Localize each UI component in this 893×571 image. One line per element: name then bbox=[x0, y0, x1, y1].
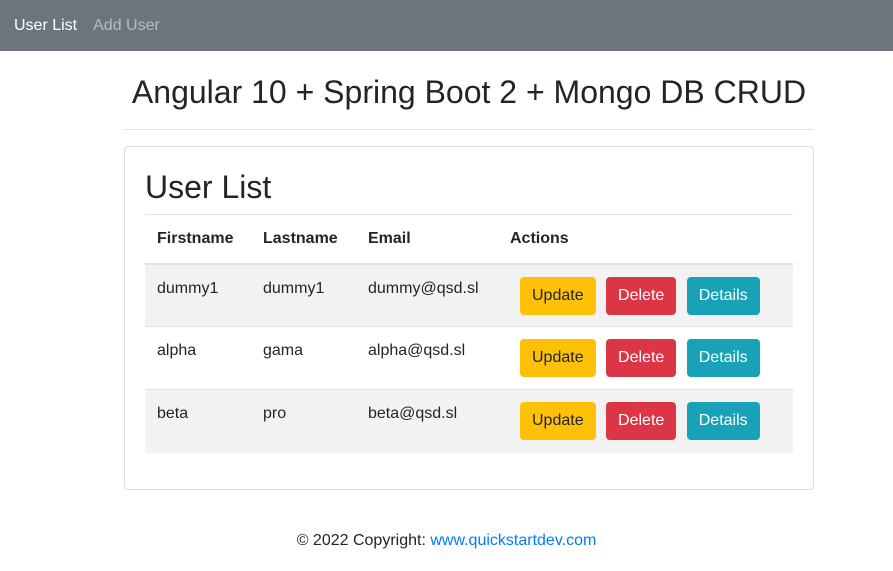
nav-user-list[interactable]: User List bbox=[14, 17, 77, 35]
details-button[interactable]: Details bbox=[686, 402, 760, 440]
cell-firstname: dummy1 bbox=[157, 279, 219, 297]
footer: © 2022 Copyright: www.quickstartdev.com bbox=[0, 532, 893, 550]
update-button[interactable]: Update bbox=[520, 276, 596, 315]
nav-add-user[interactable]: Add User bbox=[93, 17, 160, 35]
delete-button[interactable]: Delete bbox=[606, 402, 677, 440]
header-email: Email bbox=[368, 229, 411, 247]
cell-actions: Update Delete Details bbox=[498, 264, 793, 327]
user-list-card: User List Firstname Lastname Email Actio… bbox=[124, 146, 814, 490]
cell-email: dummy@qsd.sl bbox=[368, 279, 479, 297]
page-title: Angular 10 + Spring Boot 2 + Mongo DB CR… bbox=[131, 74, 807, 110]
header-firstname: Firstname bbox=[157, 229, 234, 247]
details-button[interactable]: Details bbox=[686, 339, 760, 377]
cell-email: alpha@qsd.sl bbox=[368, 342, 466, 359]
cell-lastname: dummy1 bbox=[263, 279, 325, 297]
update-button[interactable]: Update bbox=[520, 339, 596, 377]
table-header-row: Firstname Lastname Email Actions bbox=[145, 214, 793, 264]
delete-button[interactable]: Delete bbox=[606, 339, 677, 377]
cell-firstname: alpha bbox=[157, 342, 197, 359]
cell-email: beta@qsd.sl bbox=[368, 405, 458, 422]
card-title: User List bbox=[145, 169, 272, 205]
cell-actions: Update Delete Details bbox=[498, 390, 793, 453]
header-lastname: Lastname bbox=[263, 229, 338, 247]
table-row: beta pro beta@qsd.sl Update Delete Detai… bbox=[145, 389, 793, 453]
cell-actions: Update Delete Details bbox=[498, 327, 793, 390]
footer-copyright: © 2022 Copyright: bbox=[296, 532, 431, 549]
table-row: dummy1 dummy1 dummy@qsd.sl Update Delete… bbox=[145, 263, 793, 327]
cell-lastname: gama bbox=[263, 342, 304, 359]
top-navbar: User List Add User bbox=[0, 0, 893, 51]
footer-link[interactable]: www.quickstartdev.com bbox=[430, 532, 596, 549]
update-button[interactable]: Update bbox=[520, 402, 596, 440]
header-actions: Actions bbox=[510, 229, 569, 247]
cell-lastname: pro bbox=[263, 405, 287, 422]
table-row: alpha gama alpha@qsd.sl Update Delete De… bbox=[145, 327, 793, 390]
users-table: Firstname Lastname Email Actions dummy1 … bbox=[145, 214, 793, 453]
delete-button[interactable]: Delete bbox=[606, 276, 677, 315]
cell-firstname: beta bbox=[157, 405, 189, 422]
details-button[interactable]: Details bbox=[686, 276, 760, 315]
title-divider bbox=[124, 129, 814, 130]
